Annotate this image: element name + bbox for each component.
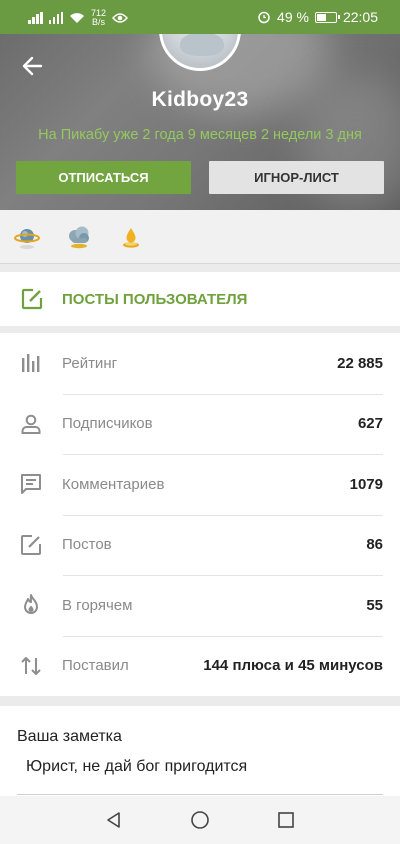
stat-row-votes: Поставил 144 плюса и 45 минусов bbox=[0, 635, 400, 697]
cell-signal-icon bbox=[28, 12, 43, 24]
stat-label: Постов bbox=[62, 536, 112, 554]
note-input[interactable]: Юрист, не дай бог пригодится bbox=[26, 758, 247, 776]
stat-value: 22 885 bbox=[337, 354, 383, 372]
up-down-arrows-icon bbox=[21, 656, 41, 675]
user-posts-link[interactable]: Посты пользователя bbox=[0, 272, 400, 326]
person-icon bbox=[21, 414, 41, 434]
unsubscribe-button[interactable]: Отписаться bbox=[16, 161, 191, 194]
cloud-award-icon[interactable] bbox=[65, 223, 93, 251]
nav-home-button[interactable] bbox=[190, 810, 210, 830]
clock: 22:05 bbox=[342, 9, 378, 25]
stat-row-subscribers[interactable]: Подписчиков 627 bbox=[0, 393, 400, 455]
stat-label: Рейтинг bbox=[62, 354, 118, 372]
flame-icon bbox=[24, 594, 38, 615]
status-bar: 712 B/s 49 % 22:05 bbox=[0, 0, 400, 34]
user-posts-label: Посты пользователя bbox=[62, 290, 248, 308]
circle-home-icon bbox=[191, 811, 209, 829]
edit-icon bbox=[21, 288, 43, 310]
stat-row-comments[interactable]: Комментариев 1079 bbox=[0, 454, 400, 515]
arrow-left-icon bbox=[22, 56, 43, 76]
ignore-list-button[interactable]: Игнор-лист bbox=[209, 161, 384, 194]
stat-value: 627 bbox=[357, 415, 383, 433]
gold-drop-award-icon[interactable] bbox=[117, 223, 145, 251]
stats-list: Рейтинг 22 885 Подписчиков 627 Комментар… bbox=[0, 333, 400, 696]
user-note-section: Ваша заметка Юрист, не дай бог пригодитс… bbox=[0, 706, 400, 800]
wifi-icon bbox=[70, 13, 84, 23]
system-navigation-bar bbox=[0, 796, 400, 844]
nav-recents-button[interactable] bbox=[276, 810, 296, 830]
battery-percent: 49 % bbox=[277, 9, 309, 25]
edit-icon bbox=[21, 534, 41, 555]
stat-value: 86 bbox=[366, 536, 383, 554]
stat-label: Поставил bbox=[62, 657, 129, 675]
battery-icon bbox=[314, 11, 340, 23]
stat-label: Комментариев bbox=[62, 475, 165, 493]
rating-bars-icon bbox=[22, 354, 40, 373]
planet-award-icon[interactable] bbox=[13, 223, 41, 251]
stat-row-hot[interactable]: В горячем 55 bbox=[0, 575, 400, 636]
profile-header: Kidboy23 На Пикабу уже 2 года 9 месяцев … bbox=[0, 34, 400, 210]
note-title: Ваша заметка bbox=[17, 728, 122, 745]
nav-back-button[interactable] bbox=[104, 810, 124, 830]
stat-value: 1079 bbox=[349, 475, 383, 493]
back-button[interactable] bbox=[18, 52, 46, 80]
cell-signal-2-icon bbox=[48, 12, 63, 24]
triangle-back-icon bbox=[107, 812, 120, 828]
network-speed: 712 B/s bbox=[91, 8, 107, 27]
username: Kidboy23 bbox=[151, 88, 249, 111]
stat-value: 55 bbox=[366, 596, 383, 614]
stat-row-posts[interactable]: Постов 86 bbox=[0, 514, 400, 576]
stat-row-rating: Рейтинг 22 885 bbox=[0, 333, 400, 394]
awards-row bbox=[0, 210, 400, 264]
stat-value: 144 плюса и 45 минусов bbox=[203, 657, 383, 675]
member-since: На Пикабу уже 2 года 9 месяцев 2 недели … bbox=[38, 127, 362, 143]
square-recents-icon bbox=[278, 812, 294, 828]
stat-label: Подписчиков bbox=[62, 415, 153, 433]
eye-icon bbox=[112, 13, 129, 23]
comment-icon bbox=[21, 474, 41, 495]
alarm-icon bbox=[258, 11, 270, 24]
note-underline bbox=[17, 794, 383, 795]
stat-label: В горячем bbox=[62, 596, 133, 614]
